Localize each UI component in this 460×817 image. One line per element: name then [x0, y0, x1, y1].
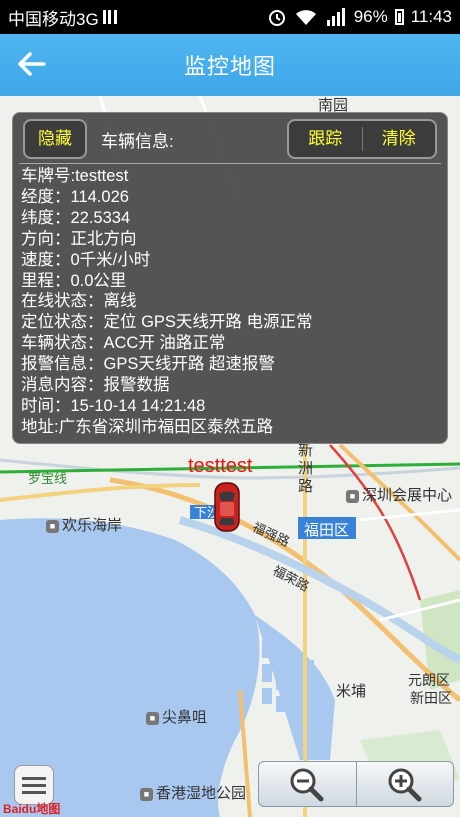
- arrow-left-icon[interactable]: [14, 46, 50, 82]
- list-icon[interactable]: [14, 765, 54, 805]
- battery-percent: 96%: [353, 7, 388, 26]
- map-poi-huizhan: ■ 深圳会展中心: [346, 484, 452, 505]
- track-button[interactable]: 跟踪: [289, 121, 362, 157]
- info-latitude: 纬度：22.5334: [21, 208, 131, 227]
- cell-signal-icon: [326, 8, 345, 26]
- carrier-text: 中国移动3G: [8, 9, 99, 29]
- map-poi-wetland: ■ 香港湿地公园: [140, 782, 246, 803]
- info-address: 地址:广东省深圳市福田区泰然五路: [21, 417, 274, 436]
- map-poi-huanlehaian: ■ 欢乐海岸: [46, 514, 122, 535]
- map-poi-jianbizui: ■ 尖鼻咀: [146, 706, 207, 727]
- poi-label: 香港湿地公园: [156, 785, 247, 802]
- list-line: [22, 783, 46, 787]
- info-mileage: 里程：0.0公里: [21, 271, 127, 290]
- info-direction: 方向：正北方向: [21, 229, 137, 248]
- poi-icon: ■: [140, 787, 153, 801]
- page-title: 监控地图: [183, 54, 276, 79]
- panel-toolbar: 隐藏 车辆信息: 跟踪 清除: [13, 113, 447, 163]
- wifi-icon: [295, 10, 316, 25]
- hide-button[interactable]: 隐藏: [23, 119, 87, 159]
- car-marker-icon[interactable]: [213, 482, 241, 532]
- poi-label: 欢乐海岸: [62, 517, 123, 534]
- zoom-out-icon: [290, 768, 324, 802]
- poi-icon: ■: [146, 711, 159, 725]
- zoom-in-button[interactable]: [357, 762, 454, 806]
- info-vehicle-status: 车辆状态：ACC开 油路正常: [21, 334, 226, 353]
- list-line: [22, 790, 46, 794]
- battery-icon: [394, 9, 404, 25]
- panel-divider: [19, 163, 441, 164]
- action-button-group: 跟踪 清除: [287, 119, 437, 159]
- map-label-futianqu: 福田区: [304, 522, 350, 539]
- info-position-status: 定位状态：定位 GPS天线开路 电源正常: [21, 313, 313, 332]
- map-label-luobaoxian: 罗宝线: [28, 471, 68, 486]
- info-longitude: 经度：114.026: [21, 187, 129, 206]
- clear-button[interactable]: 清除: [363, 121, 436, 157]
- poi-label: 尖鼻咀: [162, 709, 208, 726]
- clock: 11:43: [410, 7, 452, 26]
- map-label-yuanlang: 元朗区: [408, 672, 450, 688]
- vehicle-info-panel: 隐藏 车辆信息: 跟踪 清除 车牌号:testtest 经度：114.026 纬…: [12, 112, 448, 444]
- info-plate: 车牌号:testtest: [21, 167, 129, 185]
- vehicle-info-label: 车辆信息:: [101, 132, 174, 151]
- map-label-mibu: 米埔: [336, 683, 367, 700]
- poi-icon: ■: [346, 489, 359, 503]
- info-speed: 速度：0千米/小时: [21, 250, 151, 269]
- zoom-out-button[interactable]: [259, 762, 356, 806]
- info-alarm: 报警信息：GPS天线开路 超速报警: [21, 355, 275, 374]
- car-marker-label: testtest: [188, 455, 253, 477]
- list-line: [22, 776, 46, 780]
- alarm-icon: [268, 10, 285, 26]
- map-label-xintian: 新田区: [410, 690, 452, 706]
- sim-signal-icon: [102, 10, 117, 24]
- vehicle-info-list: 车牌号:testtest 经度：114.026 纬度：22.5334 方向：正北…: [21, 166, 313, 438]
- poi-icon: ■: [46, 519, 59, 533]
- status-bar: 中国移动3G 96% 11:43: [0, 0, 460, 34]
- zoom-control: [258, 761, 454, 807]
- map-label-xinzhoulu: 新洲路: [298, 442, 314, 495]
- baidu-logo: Baidu地图: [3, 802, 61, 816]
- info-online-status: 在线状态：离线: [21, 292, 137, 311]
- poi-label: 深圳会展中心: [362, 487, 453, 504]
- zoom-in-icon: [388, 768, 422, 802]
- title-bar: 监控地图: [0, 34, 460, 96]
- info-message: 消息内容：报警数据: [21, 376, 170, 395]
- info-time: 时间：15-10-14 14:21:48: [21, 396, 206, 415]
